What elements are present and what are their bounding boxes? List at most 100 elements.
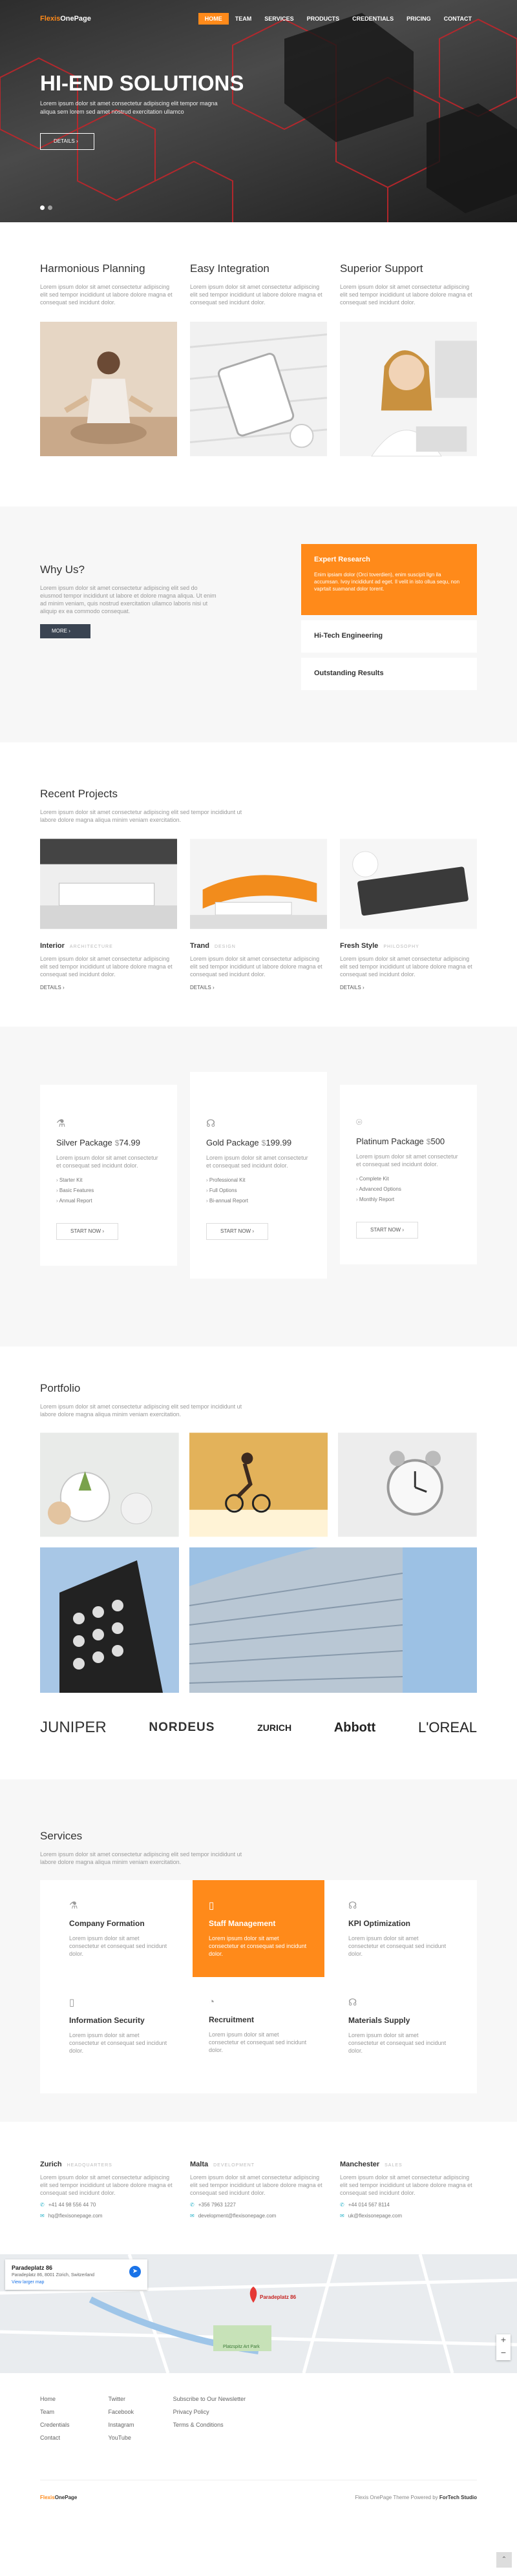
office-text: Lorem ipsum dolor sit amet consectetur a…	[340, 2174, 472, 2196]
project-details-link[interactable]: DETAILS ›	[40, 985, 177, 990]
tab-label: Hi-Tech Engineering	[314, 632, 383, 640]
location-map[interactable]: Paradeplatz 86 Paradeplatz 86, 8001 Züri…	[0, 2254, 517, 2373]
service-title: Company Formation	[69, 1919, 145, 1928]
service-text: Lorem ipsum dolor sit amet consectetur e…	[69, 2032, 167, 2054]
nav-credentials[interactable]: CREDENTIALS	[346, 13, 400, 25]
footer-link-facebook[interactable]: Facebook	[109, 2409, 134, 2415]
feature-item: Professional Kit	[206, 1177, 311, 1183]
service-materials-supply[interactable]: ☊ Materials Supply Lorem ipsum dolor sit…	[332, 1977, 464, 2074]
map-pin-label: Paradeplatz 86	[260, 2294, 297, 2300]
slider-dot-2[interactable]	[48, 205, 52, 210]
footer-bottom-bar: FlexisOnePage Flexis OnePage Theme Power…	[40, 2495, 477, 2500]
nav-home[interactable]: HOME	[198, 13, 229, 25]
nordeus-logo: NORDEUS	[149, 1721, 215, 1734]
service-kpi-optimization[interactable]: ☊ KPI Optimization Lorem ipsum dolor sit…	[332, 1880, 464, 1977]
portfolio-alarm-clock-photo[interactable]	[338, 1432, 478, 1537]
feature-harmonious-planning: Harmonious Planning Lorem ipsum dolor si…	[40, 262, 177, 461]
feature-title: Superior Support	[340, 262, 423, 275]
feature-item: Complete Kit	[356, 1176, 461, 1182]
interior-photo	[40, 839, 177, 929]
start-now-button[interactable]: START NOW ›	[356, 1222, 418, 1239]
portfolio-bmx-photo[interactable]	[189, 1432, 328, 1537]
directions-icon[interactable]: ➤	[129, 2266, 141, 2278]
zoom-out-button[interactable]: −	[496, 2347, 511, 2360]
service-information-security[interactable]: ▯ Information Security Lorem ipsum dolor…	[53, 1977, 185, 2074]
main-menu: HOME TEAM SERVICES PRODUCTS CREDENTIALS …	[198, 13, 478, 25]
footer-link-contact[interactable]: Contact	[40, 2435, 70, 2441]
office-email[interactable]: ✉ uk@flexisonepage.com	[340, 2213, 477, 2219]
footer: Home Team Credentials Contact Twitter Fa…	[0, 2373, 517, 2568]
start-now-button[interactable]: START NOW ›	[56, 1223, 118, 1240]
nav-team[interactable]: TEAM	[229, 13, 258, 25]
package-features: Starter Kit Basic Features Annual Report	[56, 1177, 161, 1204]
footer-link-privacy[interactable]: Privacy Policy	[173, 2409, 246, 2415]
project-title: Fresh Style PHILOSOPHY	[340, 942, 419, 950]
service-title: Staff Management	[209, 1919, 276, 1928]
footer-link-twitter[interactable]: Twitter	[109, 2396, 134, 2402]
project-card-fresh-style[interactable]: Fresh Style PHILOSOPHY Lorem ipsum dolor …	[340, 838, 477, 990]
portfolio-terrarium-photo[interactable]	[40, 1432, 179, 1537]
why-us-more-button[interactable]: MORE ›	[40, 624, 90, 638]
hero-section: FlexisOnePage HOME TEAM SERVICES PRODUCT…	[0, 0, 517, 222]
map-zoom-controls: + −	[496, 2334, 511, 2360]
office-phone[interactable]: ✆ +44 014 567 8114	[340, 2202, 477, 2208]
keyboard-photo	[340, 839, 477, 929]
footer-credit: Flexis OnePage Theme Powered by ForTech …	[355, 2495, 477, 2500]
nav-contact[interactable]: CONTACT	[438, 13, 478, 25]
pricing-card-gold: ☊ Gold Package $199.99 Lorem ipsum dolor …	[190, 1072, 327, 1279]
hero-button-label: DETAILS	[54, 138, 75, 144]
nav-services[interactable]: SERVICES	[258, 13, 300, 25]
footer-link-terms[interactable]: Terms & Conditions	[173, 2422, 246, 2428]
fortech-studio-link[interactable]: ForTech Studio	[439, 2495, 477, 2500]
why-us-text: Lorem ipsum dolor sit amet consectetur a…	[40, 585, 216, 614]
office-manchester: Manchester SALES Lorem ipsum dolor sit am…	[340, 2161, 477, 2219]
service-company-formation[interactable]: ⚗ Company Formation Lorem ipsum dolor si…	[53, 1880, 185, 1977]
package-features: Complete Kit Advanced Options Monthly Re…	[356, 1176, 461, 1202]
project-details-link[interactable]: DETAILS ›	[340, 985, 477, 990]
service-title: KPI Optimization	[348, 1919, 410, 1928]
portfolio-facade-photo[interactable]	[40, 1547, 179, 1693]
zoom-in-button[interactable]: +	[496, 2334, 511, 2347]
office-title: Manchester SALES	[340, 2161, 403, 2168]
project-card-trand[interactable]: Trand DESIGN Lorem ipsum dolor sit amet c…	[190, 838, 327, 990]
footer-link-credentials[interactable]: Credentials	[40, 2422, 70, 2428]
footer-link-instagram[interactable]: Instagram	[109, 2422, 134, 2428]
office-text: Lorem ipsum dolor sit amet consectetur a…	[40, 2174, 173, 2196]
project-card-interior[interactable]: Interior ARCHITECTURE Lorem ipsum dolor s…	[40, 838, 177, 990]
project-title: Interior ARCHITECTURE	[40, 942, 113, 950]
brand-logo[interactable]: FlexisOnePage	[40, 15, 91, 23]
hero-details-button[interactable]: DETAILS ›	[40, 133, 94, 150]
tab-hi-tech-engineering[interactable]: Hi-Tech Engineering	[301, 620, 477, 653]
package-text: Lorem ipsum dolor sit amet consectetur e…	[356, 1153, 458, 1168]
why-us-title: Why Us?	[40, 563, 85, 576]
feature-item: Advanced Options	[356, 1186, 461, 1192]
office-phone[interactable]: ✆ +41 44 98 556 44 70	[40, 2202, 177, 2208]
project-details-link[interactable]: DETAILS ›	[190, 985, 327, 990]
project-text: Lorem ipsum dolor sit amet consectetur a…	[340, 956, 472, 978]
footer-link-youtube[interactable]: YouTube	[109, 2435, 134, 2441]
slider-dot-1[interactable]	[40, 205, 45, 210]
office-email[interactable]: ✉ hq@flexisonepage.com	[40, 2213, 177, 2219]
office-phone[interactable]: ✆ +356 7963 1227	[190, 2202, 327, 2208]
tab-expert-research[interactable]: Expert Research Enim ipsiam dolor (Orci …	[301, 544, 477, 615]
map-park-label: Platzspitz Art Park	[223, 2345, 260, 2349]
nav-pricing[interactable]: PRICING	[400, 13, 438, 25]
portfolio-building-photo[interactable]	[189, 1547, 477, 1693]
footer-link-home[interactable]: Home	[40, 2396, 70, 2402]
service-recruitment[interactable]: ◔ Recruitment Lorem ipsum dolor sit amet…	[193, 1977, 324, 2074]
nav-products[interactable]: PRODUCTS	[301, 13, 346, 25]
tab-outstanding-results[interactable]: Outstanding Results	[301, 658, 477, 690]
service-staff-management[interactable]: ▯ Staff Management Lorem ipsum dolor sit…	[193, 1880, 324, 1977]
start-now-button[interactable]: START NOW ›	[206, 1223, 268, 1240]
office-zurich: Zurich HEADQUARTERS Lorem ipsum dolor sit…	[40, 2161, 177, 2219]
office-email[interactable]: ✉ development@flexisonepage.com	[190, 2213, 327, 2219]
back-to-top-button[interactable]: ⌃	[496, 2552, 512, 2568]
footer-brand-logo[interactable]: FlexisOnePage	[40, 2495, 77, 2500]
project-text: Lorem ipsum dolor sit amet consectetur a…	[190, 956, 322, 978]
view-larger-map-link[interactable]: View larger map	[12, 2280, 141, 2285]
footer-link-team[interactable]: Team	[40, 2409, 70, 2415]
footer-link-newsletter[interactable]: Subscribe to Our Newsletter	[173, 2396, 246, 2402]
meditation-photo	[40, 321, 177, 457]
phone-icon: ✆	[340, 2202, 344, 2208]
feature-item: Full Options	[206, 1188, 311, 1193]
